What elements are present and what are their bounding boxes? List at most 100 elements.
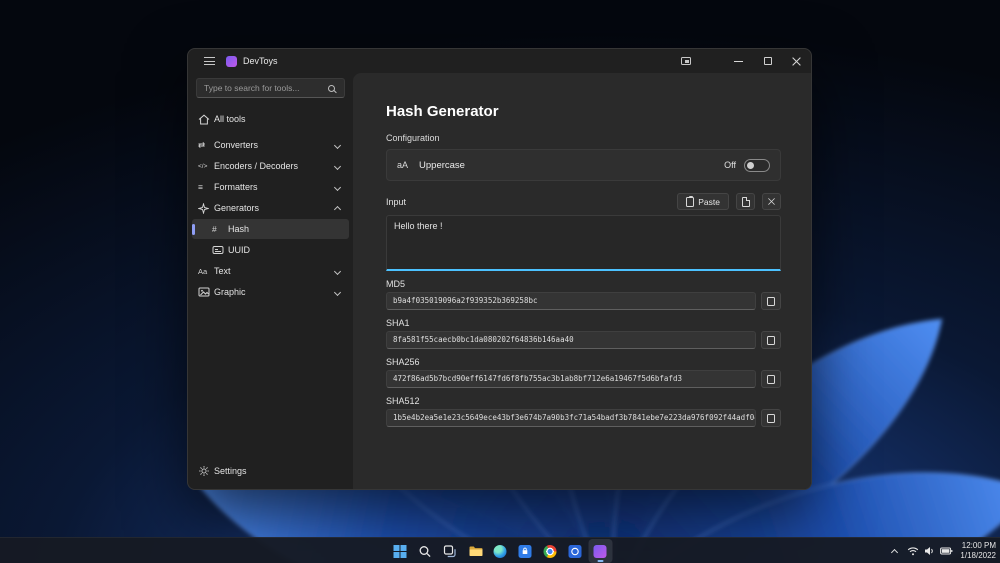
chevron-up-icon: [334, 206, 341, 213]
file-explorer-button[interactable]: [463, 539, 487, 563]
photos-button[interactable]: [563, 539, 587, 563]
copy-sha512-button[interactable]: [761, 409, 781, 427]
time: 12:00 PM: [962, 541, 996, 550]
toggle-state-label: Off: [724, 160, 736, 170]
store-button[interactable]: [513, 539, 537, 563]
photos-icon: [569, 545, 582, 558]
copy-icon: [767, 336, 775, 345]
close-button[interactable]: [782, 49, 811, 73]
chevron-up-icon: [891, 549, 898, 556]
clipboard-icon: [686, 197, 694, 207]
converters-icon: ⇄: [198, 140, 214, 151]
volume-icon: [924, 546, 935, 556]
toggle-knob: [747, 162, 754, 169]
clock-button[interactable]: 12:00 PM 1/18/2022: [960, 541, 996, 562]
load-file-button[interactable]: [736, 193, 755, 210]
uuid-icon: [212, 245, 228, 255]
window-title: DevToys: [243, 56, 278, 66]
close-icon: [792, 57, 801, 66]
folder-icon: [468, 545, 482, 557]
copy-sha256-button[interactable]: [761, 370, 781, 388]
chevron-down-icon: [334, 288, 341, 295]
clear-input-button[interactable]: [762, 193, 781, 210]
sidebar: All tools ⇄ Converters </> Encoders / De…: [188, 73, 353, 489]
start-button[interactable]: [388, 539, 412, 563]
chevron-down-icon: [334, 162, 341, 169]
copy-sha1-button[interactable]: [761, 331, 781, 349]
compact-overlay-button[interactable]: [670, 49, 702, 73]
sidebar-item-all-tools[interactable]: All tools: [192, 109, 349, 129]
system-tray-status[interactable]: [907, 546, 953, 556]
graphic-tools-icon: [198, 287, 214, 297]
copy-icon: [767, 414, 775, 423]
minimize-button[interactable]: [724, 49, 753, 73]
devtoys-taskbar-button[interactable]: [588, 539, 612, 563]
gear-icon: [198, 465, 214, 477]
search-icon[interactable]: [328, 85, 335, 92]
hamburger-icon: [204, 57, 215, 65]
taskbar-center-icons: [388, 538, 613, 563]
input-toolbar: Input Paste: [386, 193, 781, 210]
md5-row: b9a4f035019096a2f939352b369258bc: [386, 292, 781, 310]
sha512-row: 1b5e4b2ea5e1e23c5649ece43bf3e674b7a90b3f…: [386, 409, 781, 427]
sha1-row: 8fa581f55caecb0bc1da080202f64836b146aa40: [386, 331, 781, 349]
chrome-icon: [544, 545, 557, 558]
text-tools-icon: Aa: [198, 267, 214, 276]
sidebar-item-encoders-decoders[interactable]: </> Encoders / Decoders: [192, 156, 349, 176]
sidebar-item-converters[interactable]: ⇄ Converters: [192, 135, 349, 155]
copy-md5-button[interactable]: [761, 292, 781, 310]
hash-icon: #: [212, 224, 228, 234]
md5-output-field[interactable]: b9a4f035019096a2f939352b369258bc: [386, 292, 756, 310]
paste-button[interactable]: Paste: [677, 193, 729, 210]
sidebar-item-settings[interactable]: Settings: [192, 461, 349, 481]
sha512-output-field[interactable]: 1b5e4b2ea5e1e23c5649ece43bf3e674b7a90b3f…: [386, 409, 756, 427]
compact-overlay-icon: [681, 57, 691, 65]
sha1-output-field[interactable]: 8fa581f55caecb0bc1da080202f64836b146aa40: [386, 331, 756, 349]
sha256-output-field[interactable]: 472f86ad5b7bcd90eff6147fd6f8fb755ac3b1ab…: [386, 370, 756, 388]
system-tray: 12:00 PM 1/18/2022: [892, 538, 996, 563]
uppercase-label: Uppercase: [419, 160, 465, 171]
titlebar[interactable]: DevToys: [188, 49, 811, 73]
search-input[interactable]: [197, 83, 328, 93]
md5-label: MD5: [386, 279, 781, 289]
chevron-down-icon: [334, 183, 341, 190]
document-icon: [742, 197, 750, 207]
battery-icon: [940, 547, 953, 555]
encoders-decoders-icon: </>: [198, 163, 214, 170]
tool-nav: All tools ⇄ Converters </> Encoders / De…: [188, 103, 353, 461]
maximize-button[interactable]: [753, 49, 782, 73]
home-icon: [198, 114, 214, 125]
chrome-button[interactable]: [538, 539, 562, 563]
sha256-label: SHA256: [386, 357, 781, 367]
edge-icon: [494, 545, 507, 558]
sidebar-item-uuid[interactable]: UUID: [192, 240, 349, 260]
desktop[interactable]: DevToys: [0, 0, 1000, 563]
tool-search: [196, 78, 345, 98]
maximize-icon: [764, 57, 772, 65]
selection-indicator: [192, 224, 195, 235]
taskbar: 12:00 PM 1/18/2022: [0, 537, 1000, 563]
formatters-icon: ≡: [198, 182, 214, 192]
sha512-label: SHA512: [386, 396, 781, 406]
sidebar-item-generators[interactable]: Generators: [192, 198, 349, 218]
sidebar-item-formatters[interactable]: ≡ Formatters: [192, 177, 349, 197]
copy-icon: [767, 375, 775, 384]
devtoys-icon: [594, 545, 607, 558]
sidebar-item-hash[interactable]: # Hash: [192, 219, 349, 239]
task-view-button[interactable]: [438, 539, 462, 563]
date: 1/18/2022: [960, 551, 996, 560]
task-view-icon: [444, 545, 457, 558]
sha256-row: 472f86ad5b7bcd90eff6147fd6f8fb755ac3b1ab…: [386, 370, 781, 388]
sidebar-item-graphic[interactable]: Graphic: [192, 282, 349, 302]
edge-button[interactable]: [488, 539, 512, 563]
uppercase-toggle[interactable]: [744, 159, 770, 172]
sha1-label: SHA1: [386, 318, 781, 328]
generators-icon: [198, 203, 214, 214]
chevron-down-icon: [334, 141, 341, 148]
taskbar-search-button[interactable]: [413, 539, 437, 563]
minimize-icon: [734, 61, 743, 62]
input-textarea[interactable]: Hello there !: [386, 215, 781, 271]
hidden-icons-button[interactable]: [892, 547, 900, 555]
menu-toggle-button[interactable]: [196, 49, 222, 73]
sidebar-item-text[interactable]: Aa Text: [192, 261, 349, 281]
